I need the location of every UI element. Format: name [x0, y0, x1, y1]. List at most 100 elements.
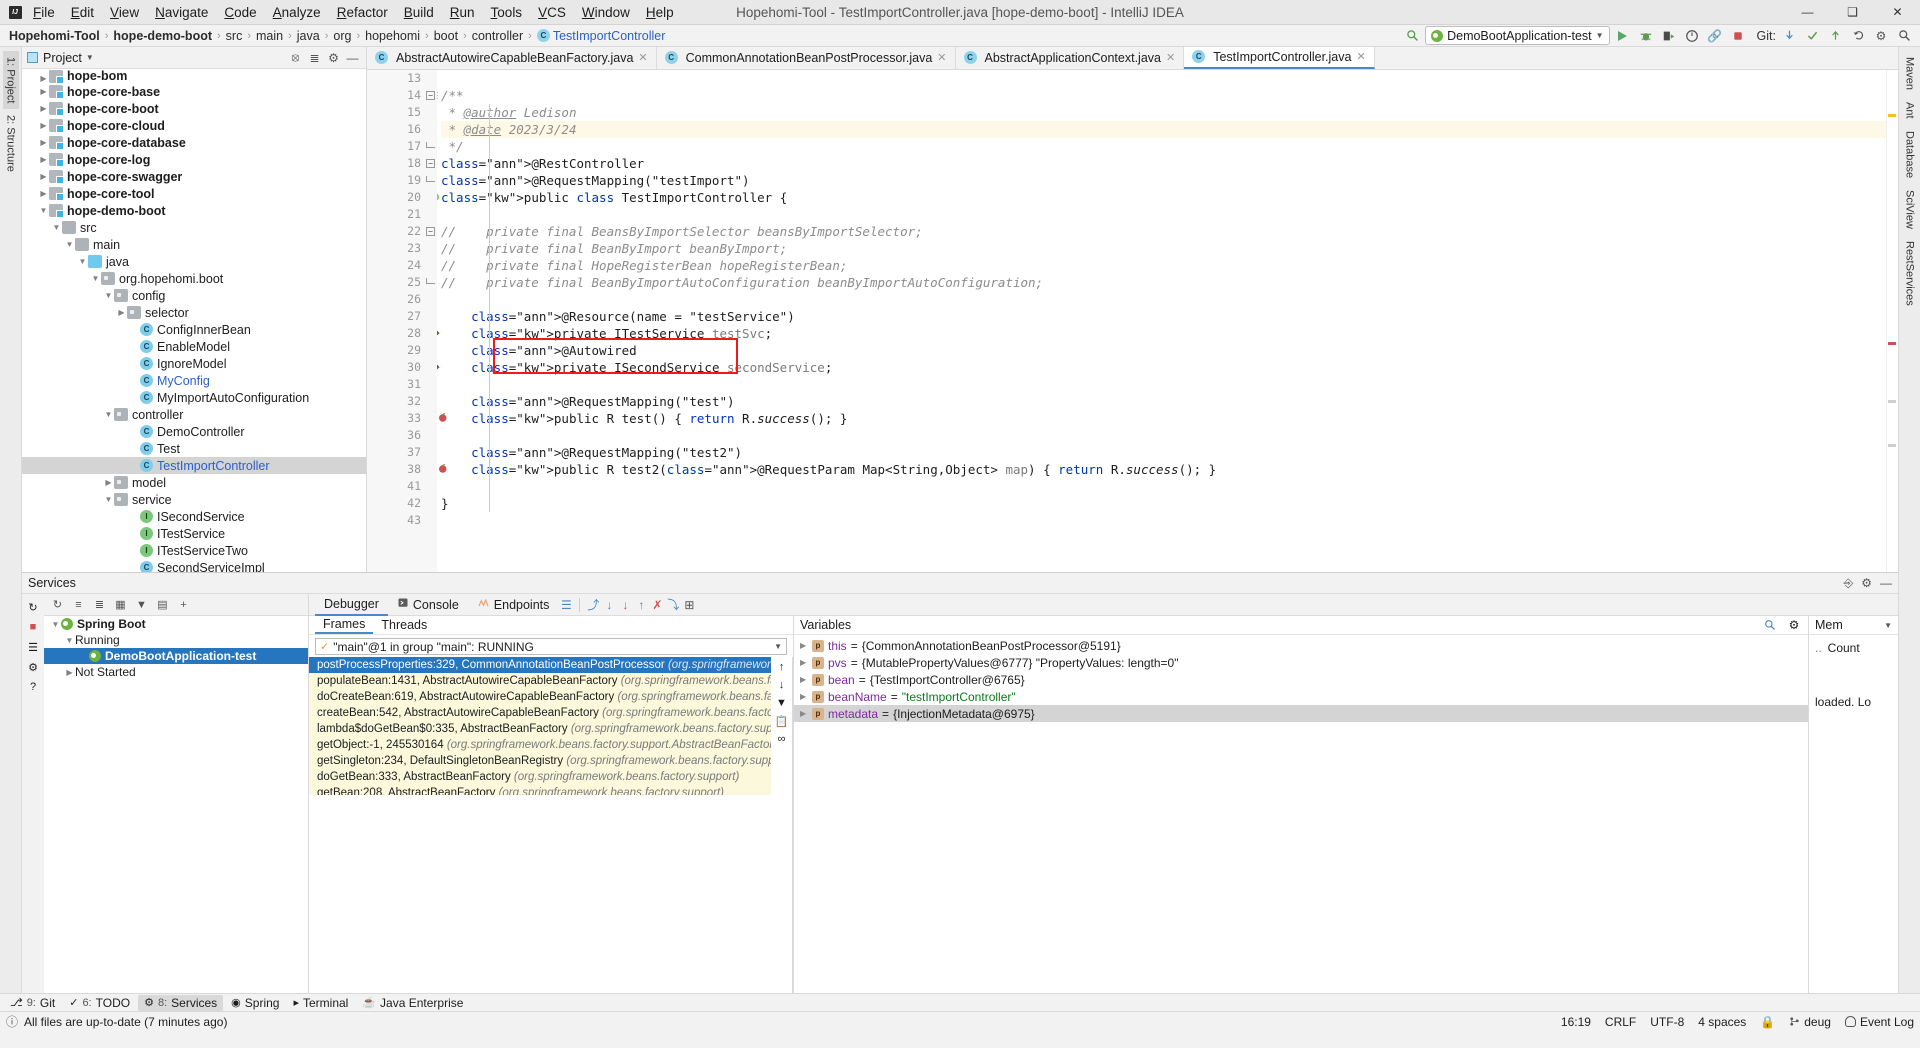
code-line-24[interactable]: // private final HopeRegisterBean hopeRe… — [441, 257, 1898, 274]
stack-frame[interactable]: doGetBean:333, AbstractBeanFactory (org.… — [309, 769, 771, 785]
search-icon[interactable] — [1894, 26, 1914, 45]
maximize-button[interactable]: ❑ — [1830, 0, 1875, 25]
tree-item-hope-core-log[interactable]: ▶ hope-core-log — [22, 151, 366, 168]
stop-button[interactable] — [1728, 26, 1748, 45]
filter-icon[interactable]: ▼ — [134, 597, 149, 612]
line-number-27[interactable]: 27 — [367, 308, 425, 325]
code-line-31[interactable] — [441, 376, 1898, 393]
code-line-43[interactable] — [441, 512, 1898, 529]
menu-window[interactable]: Window — [574, 2, 638, 23]
tree-item-itestservicetwo[interactable]: I ITestServiceTwo — [22, 542, 366, 559]
right-tool-strip[interactable]: Maven Ant Database SciView RestServices — [1898, 47, 1920, 993]
line-number-13[interactable]: 13 — [367, 70, 425, 87]
menu-analyze[interactable]: Analyze — [265, 2, 329, 23]
close-button[interactable]: ✕ — [1875, 0, 1920, 25]
line-number-25[interactable]: 25 — [367, 274, 425, 291]
code-line-17[interactable]: */ — [441, 138, 1898, 155]
tree-item-model[interactable]: ▶ model — [22, 474, 366, 491]
chevron-down-icon[interactable]: ▼ — [38, 206, 49, 215]
tool-tab-sciview[interactable]: SciView — [1902, 184, 1918, 235]
chevron-down-icon[interactable]: ▼ — [50, 620, 61, 629]
code-line-23[interactable]: // private final BeanByImport beanByImpo… — [441, 240, 1898, 257]
tree-item-testimportcontroller[interactable]: C TestImportController — [22, 457, 366, 474]
stack-frame[interactable]: populateBean:1431, AbstractAutowireCapab… — [309, 673, 771, 689]
chevron-down-icon[interactable]: ▼ — [1884, 621, 1892, 630]
tree-item-myimportautoconfiguration[interactable]: C MyImportAutoConfiguration — [22, 389, 366, 406]
menu-code[interactable]: Code — [216, 2, 264, 23]
tree-item-democontroller[interactable]: C DemoController — [22, 423, 366, 440]
tree-item-myconfig[interactable]: C MyConfig — [22, 372, 366, 389]
toolwindow-git[interactable]: ⎇ 9: Git — [4, 995, 61, 1011]
fold-column[interactable]: − − − — [425, 70, 437, 572]
variable-row[interactable]: ▶ p beanName = "testImportController" — [794, 688, 1808, 705]
code-content[interactable]: /** * @author Ledison * @date 2023/3/24 … — [437, 70, 1898, 572]
code-line-29[interactable]: class="ann">@Autowired — [441, 342, 1898, 359]
line-number-21[interactable]: 21 — [367, 206, 425, 223]
call-stack-list[interactable]: postProcessProperties:329, CommonAnnotat… — [309, 657, 771, 993]
marker-error[interactable] — [1888, 342, 1896, 345]
chevron-right-icon[interactable]: ▶ — [800, 692, 812, 701]
variable-row[interactable]: ▶ p bean = {TestImportController@6765} — [794, 671, 1808, 688]
tree-item-selector[interactable]: ▶ selector — [22, 304, 366, 321]
tree-item-hope-core-database[interactable]: ▶ hope-core-database — [22, 134, 366, 151]
drop-frame-icon[interactable]: ✗ — [649, 597, 665, 613]
tree-item-org-hopehomi-boot[interactable]: ▼ org.hopehomi.boot — [22, 270, 366, 287]
services-tree-toolbar[interactable]: ↻ ≡ ≣ ▦ ▼ ▤ + — [44, 594, 308, 616]
collapse-all-icon[interactable]: ≣ — [306, 49, 323, 66]
editor-tabs[interactable]: C AbstractAutowireCapableBeanFactory.java… — [367, 47, 1898, 70]
editor-tab-abstractapplicationcontext[interactable]: C AbstractApplicationContext.java ✕ — [956, 47, 1185, 69]
frame-down-icon[interactable]: ↓ — [775, 678, 789, 692]
tree-item-service[interactable]: ▼ service — [22, 491, 366, 508]
tree-item-hope-demo-boot[interactable]: ▼ hope-demo-boot — [22, 202, 366, 219]
rerun-icon[interactable]: ↻ — [26, 600, 40, 614]
tree-item-controller[interactable]: ▼ controller — [22, 406, 366, 423]
chevron-right-icon[interactable]: ▶ — [38, 104, 49, 113]
code-line-42[interactable]: } — [441, 495, 1898, 512]
variable-row[interactable]: ▶ p pvs = {MutablePropertyValues@6777} "Prop… — [794, 654, 1808, 671]
frames-tab-threads[interactable]: Threads — [373, 617, 435, 633]
chevron-down-icon[interactable]: ▼ — [64, 240, 75, 249]
stack-frame[interactable]: postProcessProperties:329, CommonAnnotat… — [309, 657, 771, 673]
frame-action-buttons[interactable]: ↑ ↓ ▼ 📋 ∞ — [771, 657, 793, 993]
line-number-19[interactable]: 19 — [367, 172, 425, 189]
menu-edit[interactable]: Edit — [63, 2, 102, 23]
force-step-into-icon[interactable]: ↓ — [617, 597, 633, 613]
window-controls[interactable]: — ❑ ✕ — [1785, 0, 1920, 25]
code-fold-toggle[interactable]: − — [426, 159, 435, 168]
tree-item-java[interactable]: ▼ java — [22, 253, 366, 270]
debugger-tabs[interactable]: Debugger Console Endpoints ☰ ⤴ ↓ ↓ ↑ ✗ ⤵ ⊞ — [309, 594, 1898, 616]
tree-item-configinnerbean[interactable]: C ConfigInnerBean — [22, 321, 366, 338]
variables-settings-icon[interactable]: ⚙ — [1786, 617, 1802, 633]
chevron-down-icon[interactable]: ▼ — [103, 495, 114, 504]
line-number-38[interactable]: 38 — [367, 461, 447, 478]
status-branch[interactable]: deug — [1789, 1015, 1831, 1029]
breadcrumb-item-src[interactable]: src — [223, 29, 246, 43]
services-settings-icon[interactable]: ⚙ — [1861, 576, 1872, 591]
tool-tab-database[interactable]: Database — [1902, 125, 1918, 184]
line-number-37[interactable]: 37 — [367, 444, 425, 461]
code-fold-toggle[interactable] — [426, 278, 435, 284]
status-event-log[interactable]: Event Log — [1844, 1015, 1914, 1029]
chevron-down-icon[interactable]: ▼ — [103, 291, 114, 300]
line-number-22[interactable]: 22 — [367, 223, 425, 240]
chevron-down-icon[interactable]: ▼ — [90, 274, 101, 283]
line-number-41[interactable]: 41 — [367, 478, 425, 495]
close-tab-icon[interactable]: ✕ — [1356, 50, 1365, 63]
project-tree[interactable]: ▶ hope-bom ▶ hope-core-base ▶ hope-core-boot ▶… — [22, 69, 366, 572]
line-number-29[interactable]: 29 — [367, 342, 425, 359]
chevron-right-icon[interactable]: ▶ — [800, 709, 812, 718]
stop-service-icon[interactable]: ■ — [26, 620, 40, 634]
menu-navigate[interactable]: Navigate — [147, 2, 216, 23]
code-fold-toggle[interactable] — [426, 142, 435, 148]
toolwindow-services[interactable]: ⚙ 8: Services — [138, 994, 224, 1011]
line-number-20[interactable]: 20 — [367, 189, 440, 206]
chevron-down-icon[interactable]: ▼ — [77, 257, 88, 266]
panel-settings-icon[interactable]: ⚙ — [325, 49, 342, 66]
line-number-16[interactable]: 16 — [367, 121, 425, 138]
code-line-32[interactable]: class="ann">@RequestMapping("test") — [441, 393, 1898, 410]
status-encoding[interactable]: UTF-8 — [1650, 1015, 1684, 1029]
async-stack-icon[interactable]: ∞ — [775, 732, 789, 746]
variable-row[interactable]: ▶ p metadata = {InjectionMetadata@6975} — [794, 705, 1808, 722]
tree-item-hope-core-boot[interactable]: ▶ hope-core-boot — [22, 100, 366, 117]
chevron-right-icon[interactable]: ▶ — [38, 87, 49, 96]
